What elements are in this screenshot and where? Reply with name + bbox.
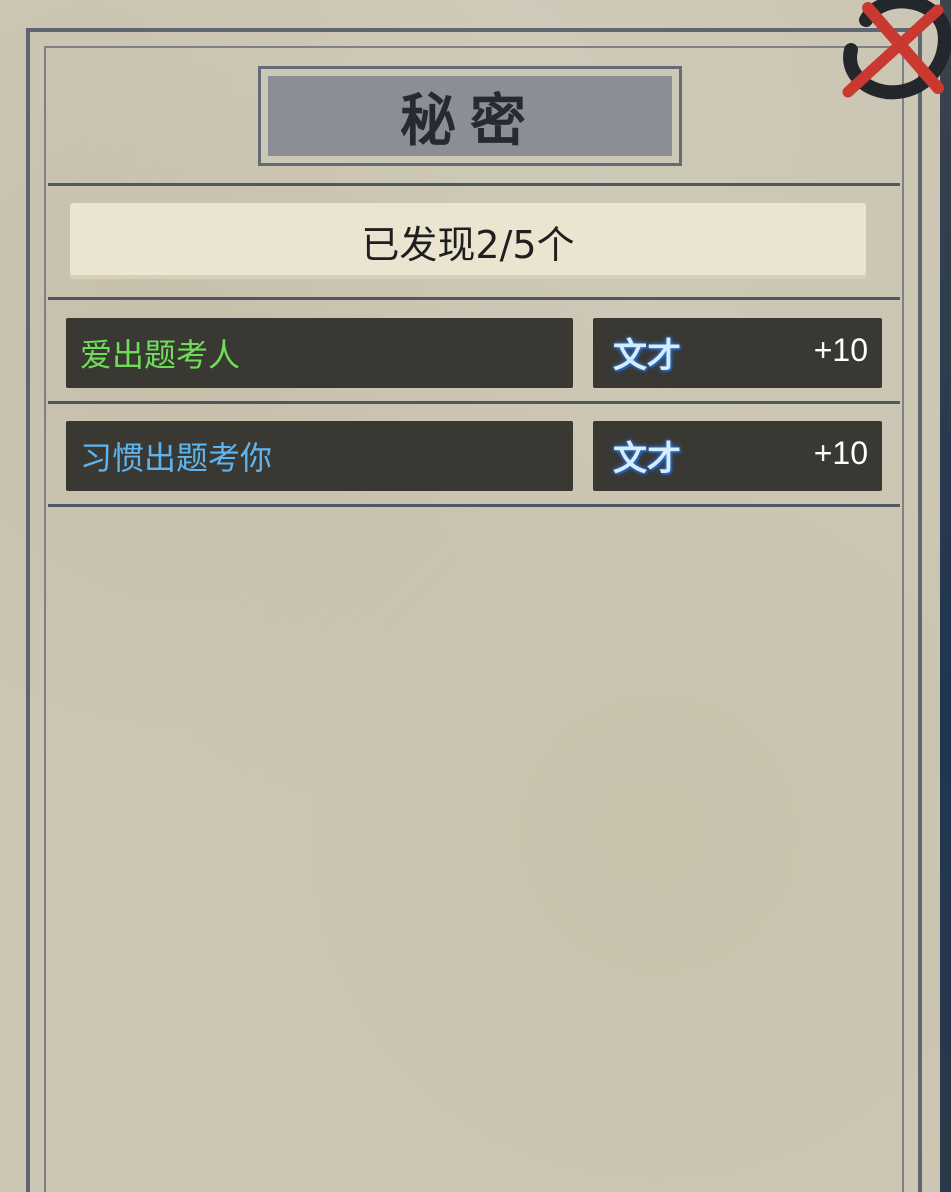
secret-row[interactable]: 爱出题考人 文才 +10 <box>66 318 882 390</box>
title-plate-inner: 秘密 <box>268 76 672 156</box>
reward-value: +10 <box>813 435 868 471</box>
secret-reward-box: 文才 +10 <box>593 421 882 491</box>
secret-name-box: 习惯出题考你 <box>66 421 573 491</box>
secret-row[interactable]: 习惯出题考你 文才 +10 <box>66 421 882 493</box>
page-title: 秘密 <box>400 87 540 154</box>
reward-attribute-label: 文才 <box>613 439 681 479</box>
divider <box>48 504 900 507</box>
reward-value: +10 <box>813 332 868 368</box>
secret-name-box: 爱出题考人 <box>66 318 573 388</box>
secrets-panel: 秘密 已发现2/5个 爱出题考人 文才 +10 习惯出题考你 文才 +10 <box>0 0 940 1192</box>
secret-reward-box: 文才 +10 <box>593 318 882 388</box>
close-button[interactable] <box>826 0 951 100</box>
secret-name: 爱出题考人 <box>80 336 241 374</box>
divider <box>48 401 900 404</box>
secret-name: 习惯出题考你 <box>80 439 273 477</box>
discovered-banner: 已发现2/5个 <box>70 203 866 279</box>
close-icon <box>842 0 951 100</box>
divider <box>48 183 900 186</box>
reward-attribute-label: 文才 <box>613 336 681 376</box>
divider <box>48 297 900 300</box>
discovered-count: 已发现2/5个 <box>361 222 575 267</box>
